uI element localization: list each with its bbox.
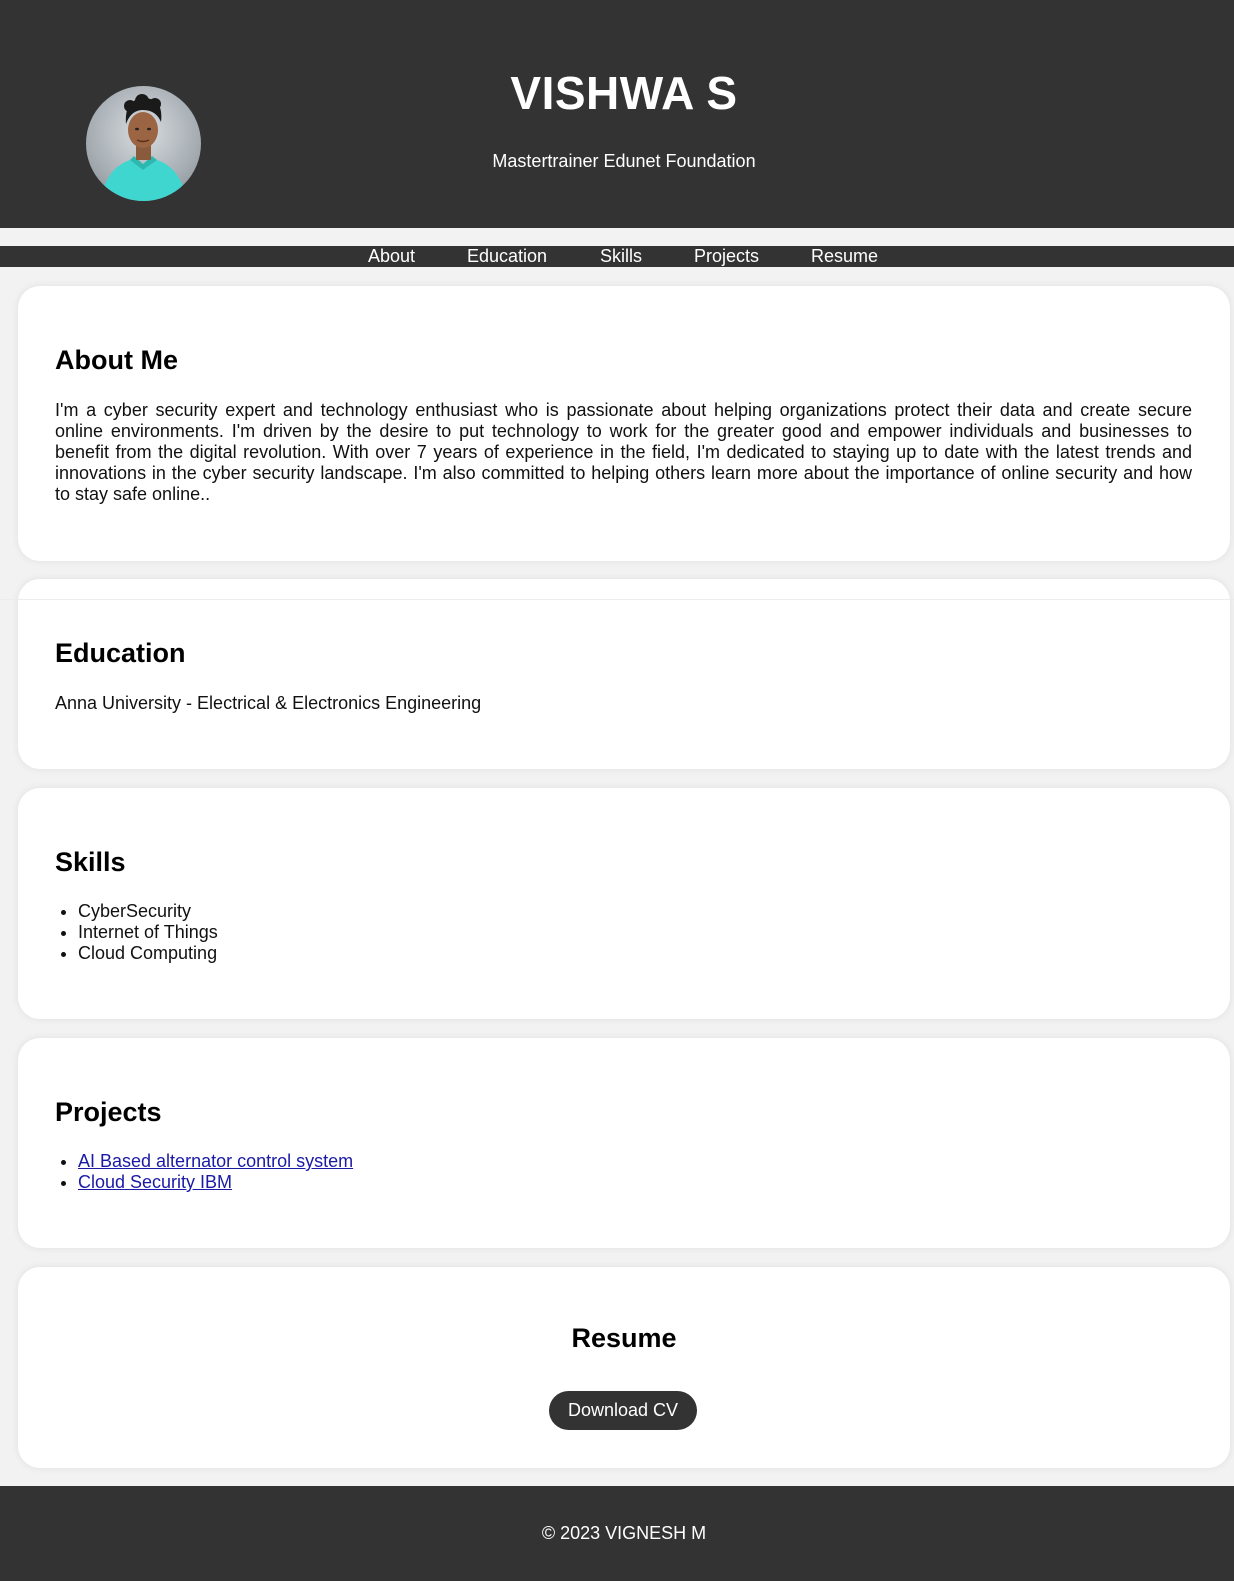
projects-title: Projects	[55, 1097, 162, 1127]
resume-title: Resume	[571, 1323, 677, 1353]
site-subtitle: Mastertrainer Edunet Foundation	[492, 151, 756, 171]
site-header: VISHWA S Mastertrainer Edunet Foundation	[0, 0, 1234, 228]
list-item: AI Based alternator control system	[78, 1151, 353, 1172]
about-title: About Me	[55, 345, 178, 375]
list-item: CyberSecurity	[78, 901, 218, 922]
divider	[0, 599, 1234, 600]
nav-item-about[interactable]: About	[368, 246, 415, 267]
project-link-alternator[interactable]: AI Based alternator control system	[78, 1151, 353, 1171]
education-text: Anna University - Electrical & Electroni…	[55, 693, 482, 713]
list-item: Cloud Computing	[78, 943, 218, 964]
nav-item-resume[interactable]: Resume	[811, 246, 878, 267]
nav-item-skills[interactable]: Skills	[600, 246, 642, 267]
footer-copyright: © 2023 VIGNESH M	[541, 1523, 707, 1543]
list-item: Cloud Security IBM	[78, 1172, 353, 1193]
main-nav: About Education Skills Projects Resume	[0, 246, 1234, 267]
education-title: Education	[55, 638, 186, 668]
about-text: I'm a cyber security expert and technolo…	[55, 400, 1192, 504]
nav-item-projects[interactable]: Projects	[694, 246, 759, 267]
resume-section: Resume Download CV	[18, 1267, 1230, 1468]
download-cv-button[interactable]: Download CV	[549, 1391, 697, 1430]
project-link-cloud-security[interactable]: Cloud Security IBM	[78, 1172, 232, 1192]
skills-section: Skills CyberSecurity Internet of Things …	[18, 788, 1230, 1019]
list-item: Internet of Things	[78, 922, 218, 943]
skills-list: CyberSecurity Internet of Things Cloud C…	[55, 901, 218, 964]
education-section: Education Anna University - Electrical &…	[18, 579, 1230, 769]
site-footer: © 2023 VIGNESH M	[0, 1486, 1234, 1581]
projects-section: Projects AI Based alternator control sys…	[18, 1038, 1230, 1248]
nav-item-education[interactable]: Education	[467, 246, 547, 267]
skills-title: Skills	[55, 847, 126, 877]
about-section: About Me I'm a cyber security expert and…	[18, 286, 1230, 561]
projects-list: AI Based alternator control system Cloud…	[55, 1151, 353, 1193]
site-title: VISHWA S	[510, 67, 738, 119]
